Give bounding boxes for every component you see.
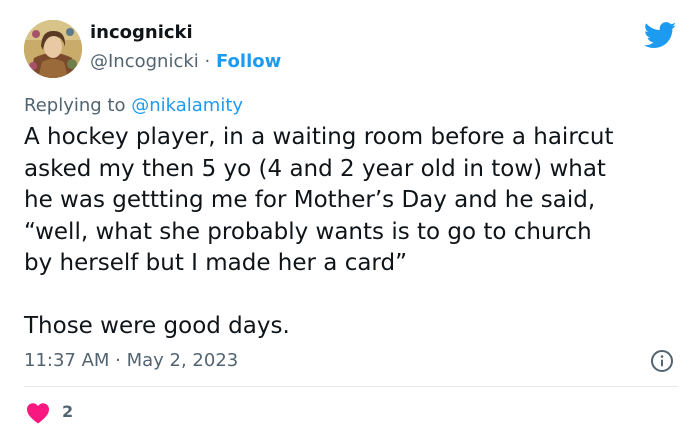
handle-row: @Incognicki · Follow bbox=[90, 51, 281, 72]
replying-to: Replying to @nikalamity bbox=[24, 95, 243, 116]
replying-to-handle[interactable]: @nikalamity bbox=[131, 95, 243, 116]
display-name[interactable]: incognicki bbox=[90, 22, 193, 43]
heart-icon[interactable] bbox=[26, 402, 50, 424]
replying-to-prefix: Replying to bbox=[24, 95, 132, 116]
avatar[interactable] bbox=[24, 20, 82, 78]
tweet-text-line: A hockey player, in a waiting room befor… bbox=[24, 124, 614, 150]
info-icon[interactable] bbox=[650, 349, 674, 373]
tweet-text-line: Those were good days. bbox=[24, 313, 290, 339]
avatar-portrait bbox=[24, 20, 82, 78]
tweet-text: A hockey player, in a waiting room befor… bbox=[24, 122, 684, 343]
tweet-text-line: asked my then 5 yo (4 and 2 year old in … bbox=[24, 155, 606, 182]
follow-button[interactable]: Follow bbox=[216, 51, 281, 72]
timestamp[interactable]: 11:37 AM · May 2, 2023 bbox=[24, 350, 238, 371]
tweet-text-line: he was gettting me for Mother’s Day and … bbox=[24, 187, 596, 213]
like-count: 2 bbox=[62, 402, 74, 421]
tweet-text-line: “well, what she probably wants is to go … bbox=[24, 218, 592, 245]
tweet-card: incognicki @Incognicki · Follow Replying… bbox=[0, 0, 700, 441]
handle[interactable]: @Incognicki bbox=[90, 51, 199, 72]
tweet-text-line: by herself but I made her a card” bbox=[24, 250, 408, 276]
twitter-bird-icon[interactable] bbox=[644, 22, 677, 49]
divider bbox=[24, 386, 678, 387]
handle-separator: · bbox=[198, 51, 216, 72]
